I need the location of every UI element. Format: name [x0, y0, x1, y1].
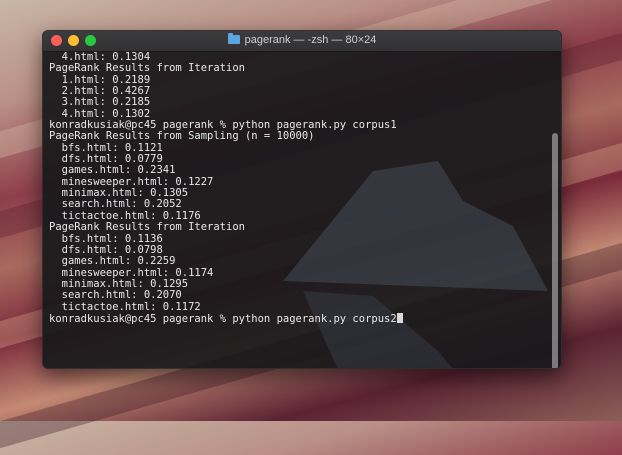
terminal-line: search.html: 0.2070: [49, 289, 182, 302]
terminal-line: PageRank Results from Iteration: [49, 62, 245, 75]
terminal-line: PageRank Results from Iteration: [49, 221, 245, 234]
window-title-container: pagerank — -zsh — 80×24: [43, 33, 561, 46]
terminal-line: games.html: 0.2259: [49, 255, 176, 268]
terminal-line: tictactoe.html: 0.1172: [49, 300, 201, 313]
terminal-window[interactable]: pagerank — -zsh — 80×24 4.html: 0.1304 Pa…: [42, 30, 562, 369]
text-cursor: [396, 312, 403, 323]
title-bar[interactable]: pagerank — -zsh — 80×24: [43, 31, 561, 52]
prompt-text: konradkusiak@pc45 pagerank % python page…: [49, 312, 397, 325]
window-title: pagerank — -zsh — 80×24: [244, 34, 377, 46]
scrollbar-thumb[interactable]: [552, 133, 558, 368]
terminal-output[interactable]: 4.html: 0.1304 PageRank Results from Iter…: [49, 51, 547, 368]
folder-icon: [227, 33, 240, 44]
command-prompt-line[interactable]: konradkusiak@pc45 pagerank % python page…: [49, 312, 547, 325]
scrollbar[interactable]: [551, 53, 559, 368]
